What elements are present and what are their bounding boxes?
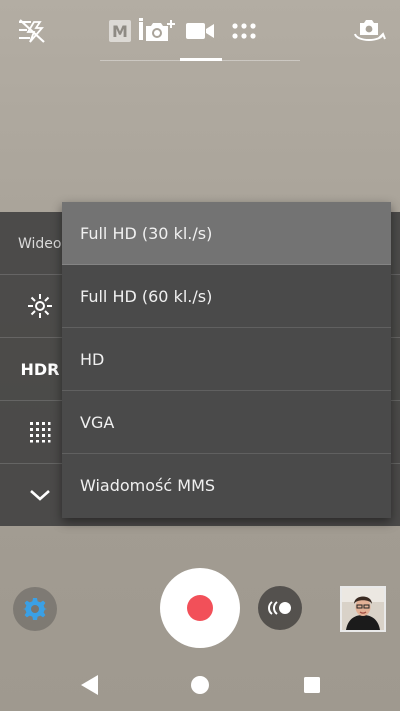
- video-size-menu: Full HD (30 kl./s) Full HD (60 kl./s) HD…: [62, 202, 391, 518]
- video-mode-icon[interactable]: [184, 20, 216, 42]
- brightness-icon[interactable]: [20, 286, 60, 326]
- record-button[interactable]: [160, 568, 240, 648]
- menu-item-hd[interactable]: HD: [62, 328, 391, 391]
- menu-item-full-hd-60[interactable]: Full HD (60 kl./s): [62, 265, 391, 328]
- menu-item-mms[interactable]: Wiadomość MMS: [62, 454, 391, 517]
- top-bar: M: [0, 0, 400, 62]
- active-mode-indicator: [180, 58, 222, 61]
- record-icon: [187, 595, 213, 621]
- menu-item-full-hd-30[interactable]: Full HD (30 kl./s): [62, 202, 391, 265]
- settings-icon: [23, 597, 47, 621]
- burst-icon: [265, 599, 295, 617]
- menu-item-vga[interactable]: VGA: [62, 391, 391, 454]
- gallery-thumbnail[interactable]: [340, 586, 386, 632]
- burst-button[interactable]: [258, 586, 302, 630]
- flash-off-icon[interactable]: [14, 16, 48, 46]
- photo-mode-icon[interactable]: [138, 18, 176, 44]
- more-modes-icon[interactable]: [231, 22, 257, 40]
- back-icon[interactable]: [76, 672, 102, 698]
- recent-apps-icon[interactable]: [300, 673, 324, 697]
- manual-mode-icon[interactable]: M: [109, 20, 131, 42]
- video-size-label: Wideo: [18, 236, 62, 252]
- switch-camera-icon[interactable]: [352, 16, 386, 46]
- hdr-icon[interactable]: HDR: [20, 349, 60, 389]
- grid-icon[interactable]: [20, 412, 60, 452]
- home-icon[interactable]: [188, 673, 212, 697]
- chevron-down-icon[interactable]: [20, 475, 60, 515]
- settings-button[interactable]: [13, 587, 57, 631]
